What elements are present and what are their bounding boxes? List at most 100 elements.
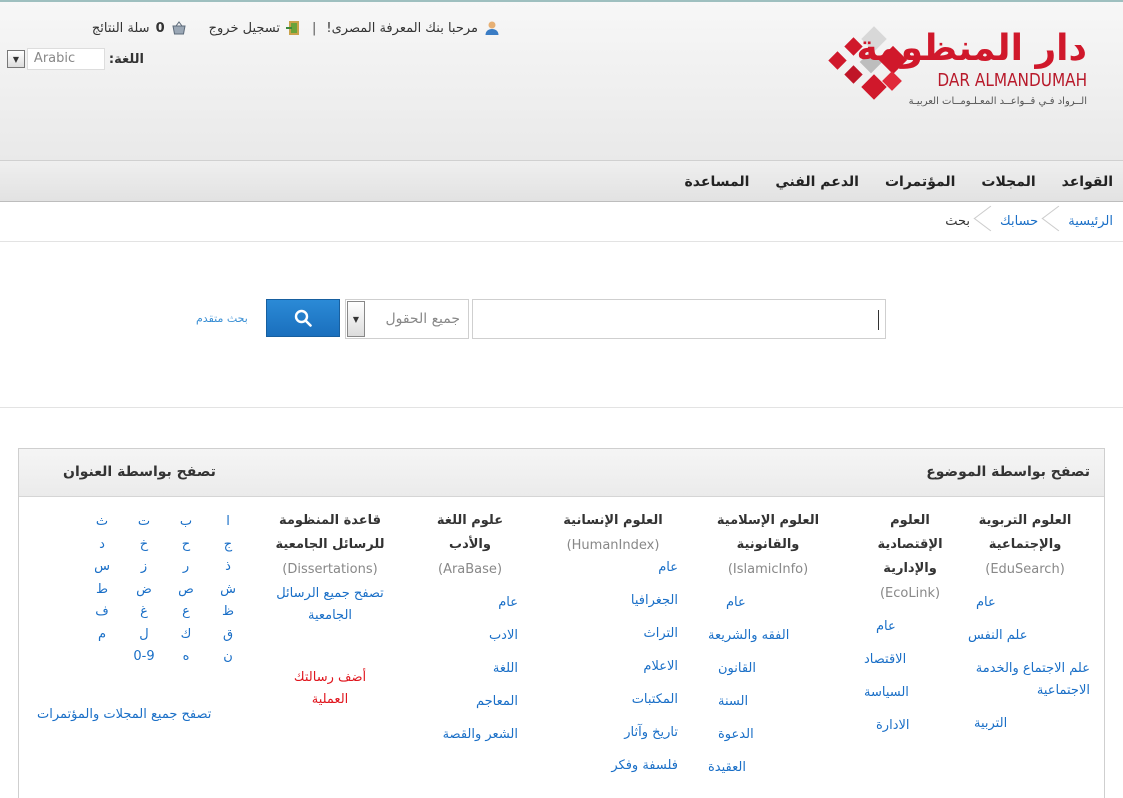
alphabet-letter-link[interactable]: غ <box>123 601 165 624</box>
search-section: ▼ جميع الحقول بحث متقدم <box>0 242 1123 408</box>
subject-link[interactable]: القانون <box>708 658 828 680</box>
alphabet-letter-link[interactable]: د <box>81 534 123 557</box>
site-logo[interactable]: دار المنظومة DAR ALMANDUMAH الــرواد فـي… <box>825 26 1088 112</box>
alphabet-letter-link[interactable]: ض <box>123 579 165 602</box>
subject-link[interactable]: التربية <box>960 713 1090 735</box>
alphabet-letter-link[interactable]: ح <box>165 534 207 557</box>
alphabet-letter-link[interactable]: ب <box>165 511 207 534</box>
alphabet-letter-link[interactable]: ج <box>207 534 249 557</box>
logout-link[interactable]: تسجيل خروج <box>209 21 280 36</box>
chevron-down-icon[interactable]: ▼ <box>6 50 25 68</box>
alphabet-letter-link[interactable]: 0-9 <box>123 646 165 669</box>
search-icon <box>294 309 312 327</box>
nav-item-databases[interactable]: القواعد <box>1062 174 1113 190</box>
subject-link[interactable]: الادب <box>422 625 518 647</box>
alphabet-letter-link[interactable]: ا <box>207 511 249 534</box>
browse-panel: تصفح بواسطة الموضوع تصفح بواسطة العنوان … <box>18 448 1105 798</box>
search-field-value[interactable]: جميع الحقول <box>365 311 468 327</box>
column-db-name: (AraBase) <box>437 562 503 577</box>
nav-item-journals[interactable]: المجلات <box>981 174 1035 190</box>
breadcrumb-current: بحث <box>945 202 970 242</box>
subject-link[interactable]: الاقتصاد <box>864 649 956 671</box>
chevron-left-icon <box>1046 202 1060 242</box>
advanced-search-link[interactable]: بحث متقدم <box>196 312 248 325</box>
browse-all-dissertations-link[interactable]: تصفح جميع الرسائل الجامعية <box>268 583 392 627</box>
alphabet-letter-link[interactable]: ث <box>81 511 123 534</box>
subject-link[interactable]: الجغرافيا <box>548 590 678 612</box>
subject-link[interactable]: المعاجم <box>422 691 518 713</box>
logo-arabic-text: دار المنظومة <box>856 28 1088 69</box>
subject-link[interactable]: الفقه والشريعة <box>708 625 828 647</box>
column-title: العلوم الإقتصادية والإدارية <box>877 513 943 576</box>
browse-header: تصفح بواسطة الموضوع تصفح بواسطة العنوان <box>19 449 1104 497</box>
cart-count: 0 <box>155 20 165 36</box>
subject-link[interactable]: علم الاجتماع والخدمة الاجتماعية <box>960 658 1090 702</box>
subject-link[interactable]: عام <box>422 592 518 614</box>
nav-item-help[interactable]: المساعدة <box>685 174 750 190</box>
add-dissertation-link[interactable]: أضف رسالتك العملية <box>268 667 392 711</box>
column-db-name: (Dissertations) <box>282 562 378 577</box>
subject-link[interactable]: الادارة <box>864 715 956 737</box>
alphabet-letter-link[interactable]: ص <box>165 579 207 602</box>
alphabet-letter-link[interactable]: ن <box>207 646 249 669</box>
subject-column-edusearch: العلوم التربوية والإجتماعية (EduSearch) … <box>960 509 1090 735</box>
subject-link[interactable]: الدعوة <box>708 724 828 746</box>
nav-item-support[interactable]: الدعم الفني <box>775 174 859 190</box>
subject-link[interactable]: العقيدة <box>708 757 828 779</box>
alphabet-letter-link[interactable]: ع <box>165 601 207 624</box>
welcome-text: مرحبا بنك المعرفة المصرى! <box>326 20 478 36</box>
column-title: العلوم الإسلامية والقانونية <box>716 513 820 552</box>
subject-link[interactable]: تاريخ وآثار <box>548 722 678 744</box>
alphabet-index: ا ب ت ث ج ح خ د ذ ر ز س ش ص ض ط ظ ع غ ف ق ك ل م ن ه 0-9 تصفح جميع … <box>37 511 249 722</box>
breadcrumb-home[interactable]: الرئيسية <box>1068 202 1113 242</box>
alphabet-letter-link[interactable]: ز <box>123 556 165 579</box>
search-field-select[interactable]: ▼ جميع الحقول <box>345 299 469 339</box>
browse-all-journals-link[interactable]: تصفح جميع المجلات والمؤتمرات <box>37 707 211 722</box>
nav-item-conferences[interactable]: المؤتمرات <box>885 174 955 190</box>
subject-link[interactable]: السنة <box>708 691 828 713</box>
subject-link[interactable]: عام <box>960 592 1090 614</box>
alphabet-letter-link[interactable]: ش <box>207 579 249 602</box>
subject-link[interactable]: المكتبات <box>548 689 678 711</box>
alphabet-letter-link[interactable]: خ <box>123 534 165 557</box>
subject-link[interactable]: فلسفة وفكر <box>548 755 678 777</box>
alphabet-letter-link[interactable]: س <box>81 556 123 579</box>
subject-link[interactable]: عام <box>548 557 678 579</box>
subject-link[interactable]: علم النفس <box>960 625 1090 647</box>
alphabet-letter-link[interactable]: ر <box>165 556 207 579</box>
language-select[interactable]: ▼ Arabic <box>6 48 105 70</box>
chevron-down-icon[interactable]: ▼ <box>347 301 365 337</box>
breadcrumb-account[interactable]: حسابك <box>1000 202 1038 242</box>
subject-link[interactable]: عام <box>708 592 828 614</box>
column-db-name: (EduSearch) <box>985 562 1065 577</box>
cart-link[interactable]: سلة النتائج <box>92 21 150 36</box>
separator: | <box>312 20 317 36</box>
search-button[interactable] <box>266 299 340 337</box>
alphabet-letter-link[interactable]: ل <box>123 624 165 647</box>
alphabet-letter-link[interactable]: ف <box>81 601 123 624</box>
alphabet-letter-link[interactable]: ط <box>81 579 123 602</box>
alphabet-letter-link[interactable]: ك <box>165 624 207 647</box>
basket-icon[interactable] <box>171 20 187 36</box>
alphabet-letter-link[interactable]: ذ <box>207 556 249 579</box>
language-value[interactable]: Arabic <box>26 48 105 70</box>
breadcrumb-home-link[interactable]: الرئيسية <box>1068 214 1113 229</box>
column-title: العلوم الإنسانية <box>563 513 663 528</box>
subject-link[interactable]: الاعلام <box>548 656 678 678</box>
alphabet-letter-link[interactable]: ق <box>207 624 249 647</box>
subject-link[interactable]: اللغة <box>422 658 518 680</box>
alphabet-letter-link[interactable]: ه <box>165 646 207 669</box>
logo-english-text: DAR ALMANDUMAH <box>937 70 1087 91</box>
column-title: العلوم التربوية والإجتماعية <box>978 513 1072 552</box>
alphabet-letter-link[interactable]: ظ <box>207 601 249 624</box>
subject-link[interactable]: التراث <box>548 623 678 645</box>
subject-link[interactable]: السياسة <box>864 682 956 704</box>
top-links: مرحبا بنك المعرفة المصرى! | تسجيل خروج 0… <box>20 16 500 40</box>
alphabet-letter-link[interactable]: م <box>81 624 123 647</box>
subject-link[interactable]: الشعر والقصة <box>422 724 518 746</box>
search-input[interactable] <box>472 299 886 339</box>
logout-icon[interactable] <box>286 20 302 36</box>
subject-column-humanindex: العلوم الإنسانية (HumanIndex) عام الجغرا… <box>548 509 678 777</box>
subject-link[interactable]: عام <box>864 616 956 638</box>
alphabet-letter-link[interactable]: ت <box>123 511 165 534</box>
